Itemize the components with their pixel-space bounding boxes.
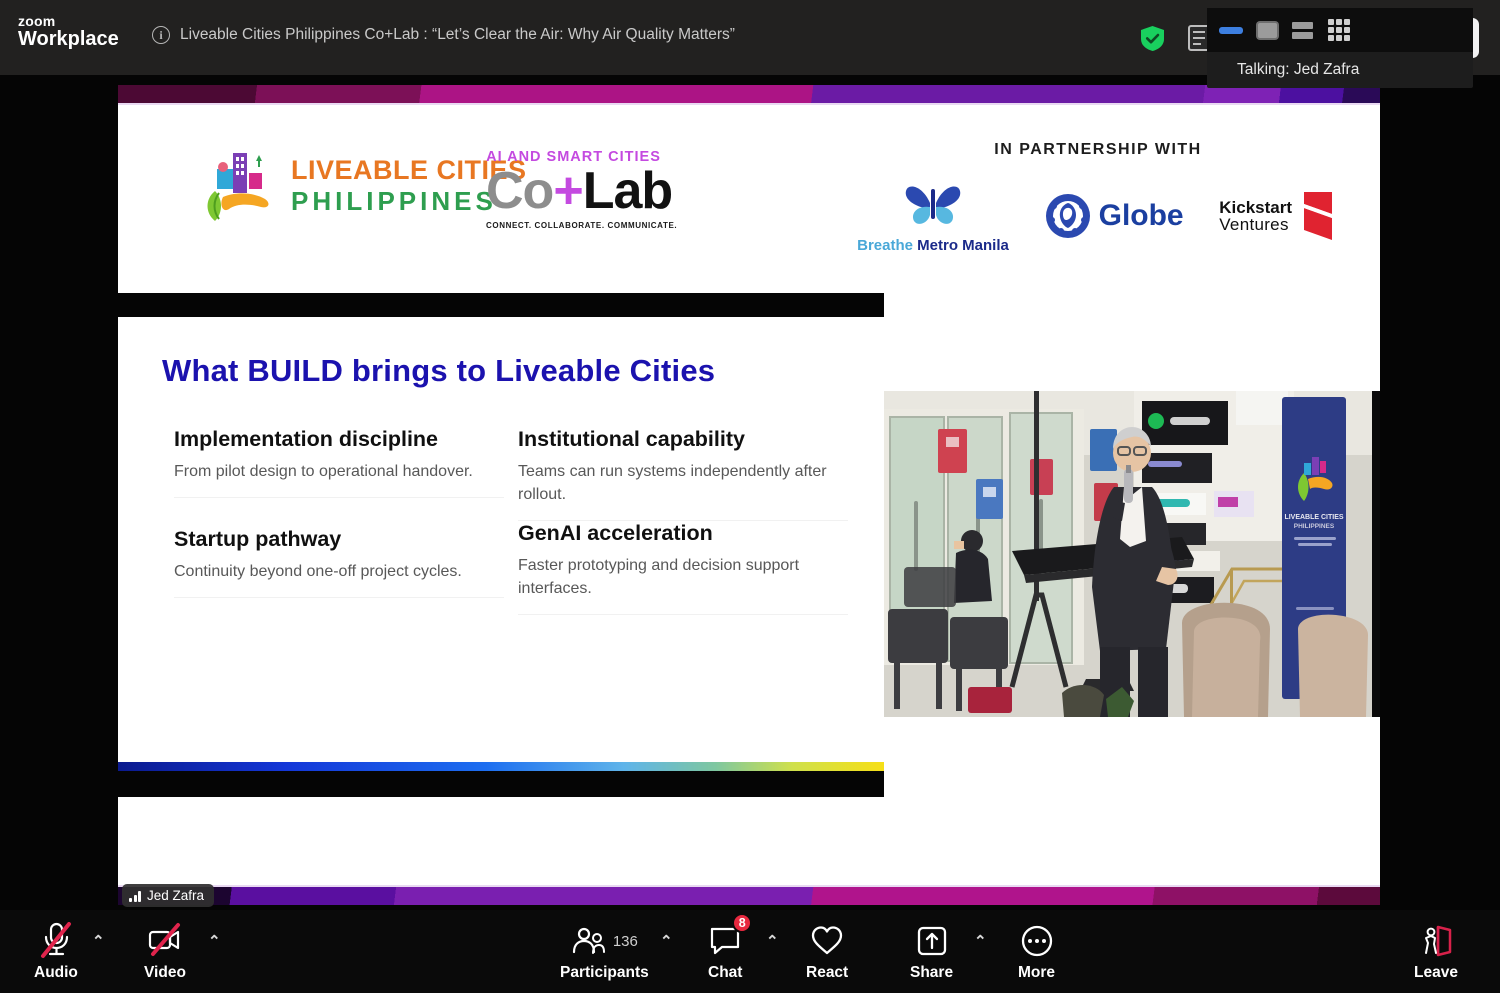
zoom-workplace-logo: zoom Workplace bbox=[18, 14, 119, 50]
banner-philippines-text: PHILIPPINES bbox=[1294, 523, 1335, 530]
slide-rainbow-strip bbox=[118, 762, 884, 771]
meeting-title-area: i Liveable Cities Philippines Co+Lab : “… bbox=[152, 26, 735, 44]
view-options-panel: Talking: Jed Zafra bbox=[1207, 8, 1473, 88]
leave-door-icon bbox=[1418, 923, 1454, 959]
view-mode-switcher bbox=[1207, 8, 1473, 52]
zoom-logo-text: zoom bbox=[18, 14, 119, 29]
participants-button[interactable]: 136 Participants bbox=[560, 920, 649, 982]
participants-count: 136 bbox=[613, 933, 638, 950]
chat-label: Chat bbox=[708, 964, 742, 982]
metro-manila-text: Metro Manila bbox=[913, 237, 1009, 254]
video-button[interactable]: Video bbox=[144, 920, 186, 982]
zoom-meeting-window: zoom Workplace i Liveable Cities Philipp… bbox=[0, 0, 1500, 993]
colab-co: Co bbox=[486, 162, 553, 220]
partnership-section: IN PARTNERSHIP WITH Breathe Metro Manila bbox=[858, 141, 1338, 254]
block-body: Teams can run systems independently afte… bbox=[518, 460, 848, 521]
workplace-logo-text: Workplace bbox=[18, 29, 119, 50]
block-body: Continuity beyond one-off project cycles… bbox=[174, 560, 504, 598]
globe-icon bbox=[1044, 192, 1092, 240]
meeting-title: Liveable Cities Philippines Co+Lab : “Le… bbox=[180, 26, 735, 44]
leave-button[interactable]: Leave bbox=[1414, 920, 1458, 982]
participants-options-chevron[interactable]: ⌃ bbox=[660, 932, 673, 950]
block-body: From pilot design to operational handove… bbox=[174, 460, 504, 498]
chat-unread-badge: 8 bbox=[732, 913, 752, 933]
view-stacked-icon[interactable] bbox=[1292, 22, 1313, 39]
audio-options-chevron[interactable]: ⌃ bbox=[92, 932, 105, 950]
video-scene: LIVEABLE CITIES PHILIPPINES bbox=[884, 391, 1380, 717]
presenter-name: Jed Zafra bbox=[147, 888, 204, 903]
colab-lab: Lab bbox=[583, 162, 672, 220]
slide-title: What BUILD brings to Liveable Cities bbox=[162, 353, 715, 389]
slide-footer-bar bbox=[118, 771, 884, 797]
butterfly-lungs-icon bbox=[902, 177, 964, 235]
more-label: More bbox=[1018, 964, 1055, 982]
block-body: Faster prototyping and decision support … bbox=[518, 554, 848, 615]
video-label: Video bbox=[144, 964, 186, 982]
breathe-text: Breathe bbox=[857, 237, 913, 254]
colab-wordmark: Co+Lab bbox=[486, 165, 661, 217]
presentation-slide: LIVEABLE CITIES PHILIPPINES AI AND SMART… bbox=[118, 105, 1380, 885]
talking-indicator: Talking: Jed Zafra bbox=[1207, 52, 1473, 88]
mic-muted-icon bbox=[39, 922, 73, 960]
shared-screen: LIVEABLE CITIES PHILIPPINES AI AND SMART… bbox=[118, 85, 1380, 905]
block-implementation-discipline: Implementation discipline From pilot des… bbox=[174, 427, 504, 498]
share-label: Share bbox=[910, 964, 953, 982]
slide-divider-bar bbox=[118, 293, 884, 317]
view-minimal-icon[interactable] bbox=[1219, 27, 1243, 34]
slide-bottom-band bbox=[118, 885, 1380, 905]
more-ellipsis-icon bbox=[1019, 923, 1055, 959]
ventures-text: Ventures bbox=[1219, 216, 1292, 233]
colab-tagline-bottom: CONNECT. COLLABORATE. COMMUNICATE. bbox=[486, 221, 661, 230]
block-startup-pathway: Startup pathway Continuity beyond one-of… bbox=[174, 527, 504, 598]
liveable-cities-logo: LIVEABLE CITIES PHILIPPINES bbox=[203, 147, 527, 225]
colab-logo: AI AND SMART CITIES Co+Lab CONNECT. COLL… bbox=[486, 149, 661, 230]
partnership-label: IN PARTNERSHIP WITH bbox=[858, 141, 1338, 159]
audio-signal-icon bbox=[129, 890, 141, 902]
block-heading: Institutional capability bbox=[518, 427, 848, 452]
slide-top-band bbox=[118, 85, 1380, 105]
leave-label: Leave bbox=[1414, 964, 1458, 982]
share-options-chevron[interactable]: ⌃ bbox=[974, 932, 987, 950]
globe-logo: Globe bbox=[1044, 192, 1184, 240]
video-off-icon bbox=[145, 922, 185, 960]
globe-wordmark: Globe bbox=[1099, 199, 1184, 233]
audio-label: Audio bbox=[34, 964, 78, 982]
block-genai-acceleration: GenAI acceleration Faster prototyping an… bbox=[518, 521, 848, 615]
kickstart-flag-icon bbox=[1298, 190, 1338, 242]
heart-icon bbox=[810, 925, 844, 957]
breathe-metro-manila-logo: Breathe Metro Manila bbox=[858, 177, 1008, 254]
share-button[interactable]: Share bbox=[910, 920, 953, 982]
banner-liveable-cities-text: LIVEABLE CITIES bbox=[1284, 514, 1343, 521]
react-button[interactable]: React bbox=[806, 920, 848, 982]
block-institutional-capability: Institutional capability Teams can run s… bbox=[518, 427, 848, 521]
block-heading: GenAI acceleration bbox=[518, 521, 848, 546]
meeting-info-icon[interactable]: i bbox=[152, 26, 170, 44]
speaker-video-feed[interactable]: LIVEABLE CITIES PHILIPPINES bbox=[884, 391, 1380, 717]
participants-label: Participants bbox=[560, 964, 649, 982]
liveable-cities-logo-icon bbox=[203, 147, 277, 225]
meeting-toolbar: Audio ⌃ Video ⌃ 136 bbox=[0, 910, 1500, 993]
audio-button[interactable]: Audio bbox=[34, 920, 78, 982]
chat-button[interactable]: 8 Chat bbox=[708, 920, 742, 982]
react-label: React bbox=[806, 964, 848, 982]
share-screen-icon bbox=[915, 924, 949, 958]
presenter-name-tag: Jed Zafra bbox=[122, 884, 214, 907]
video-options-chevron[interactable]: ⌃ bbox=[208, 932, 221, 950]
security-shield-icon[interactable] bbox=[1141, 26, 1164, 51]
colab-plus: + bbox=[553, 162, 582, 220]
kickstart-ventures-logo: Kickstart Ventures bbox=[1219, 190, 1338, 242]
more-button[interactable]: More bbox=[1018, 920, 1055, 982]
chat-options-chevron[interactable]: ⌃ bbox=[766, 932, 779, 950]
view-speaker-icon[interactable] bbox=[1258, 23, 1277, 38]
block-heading: Startup pathway bbox=[174, 527, 504, 552]
kickstart-text: Kickstart bbox=[1219, 199, 1292, 216]
participants-icon bbox=[571, 926, 605, 956]
view-gallery-icon[interactable] bbox=[1328, 19, 1350, 41]
block-heading: Implementation discipline bbox=[174, 427, 504, 452]
